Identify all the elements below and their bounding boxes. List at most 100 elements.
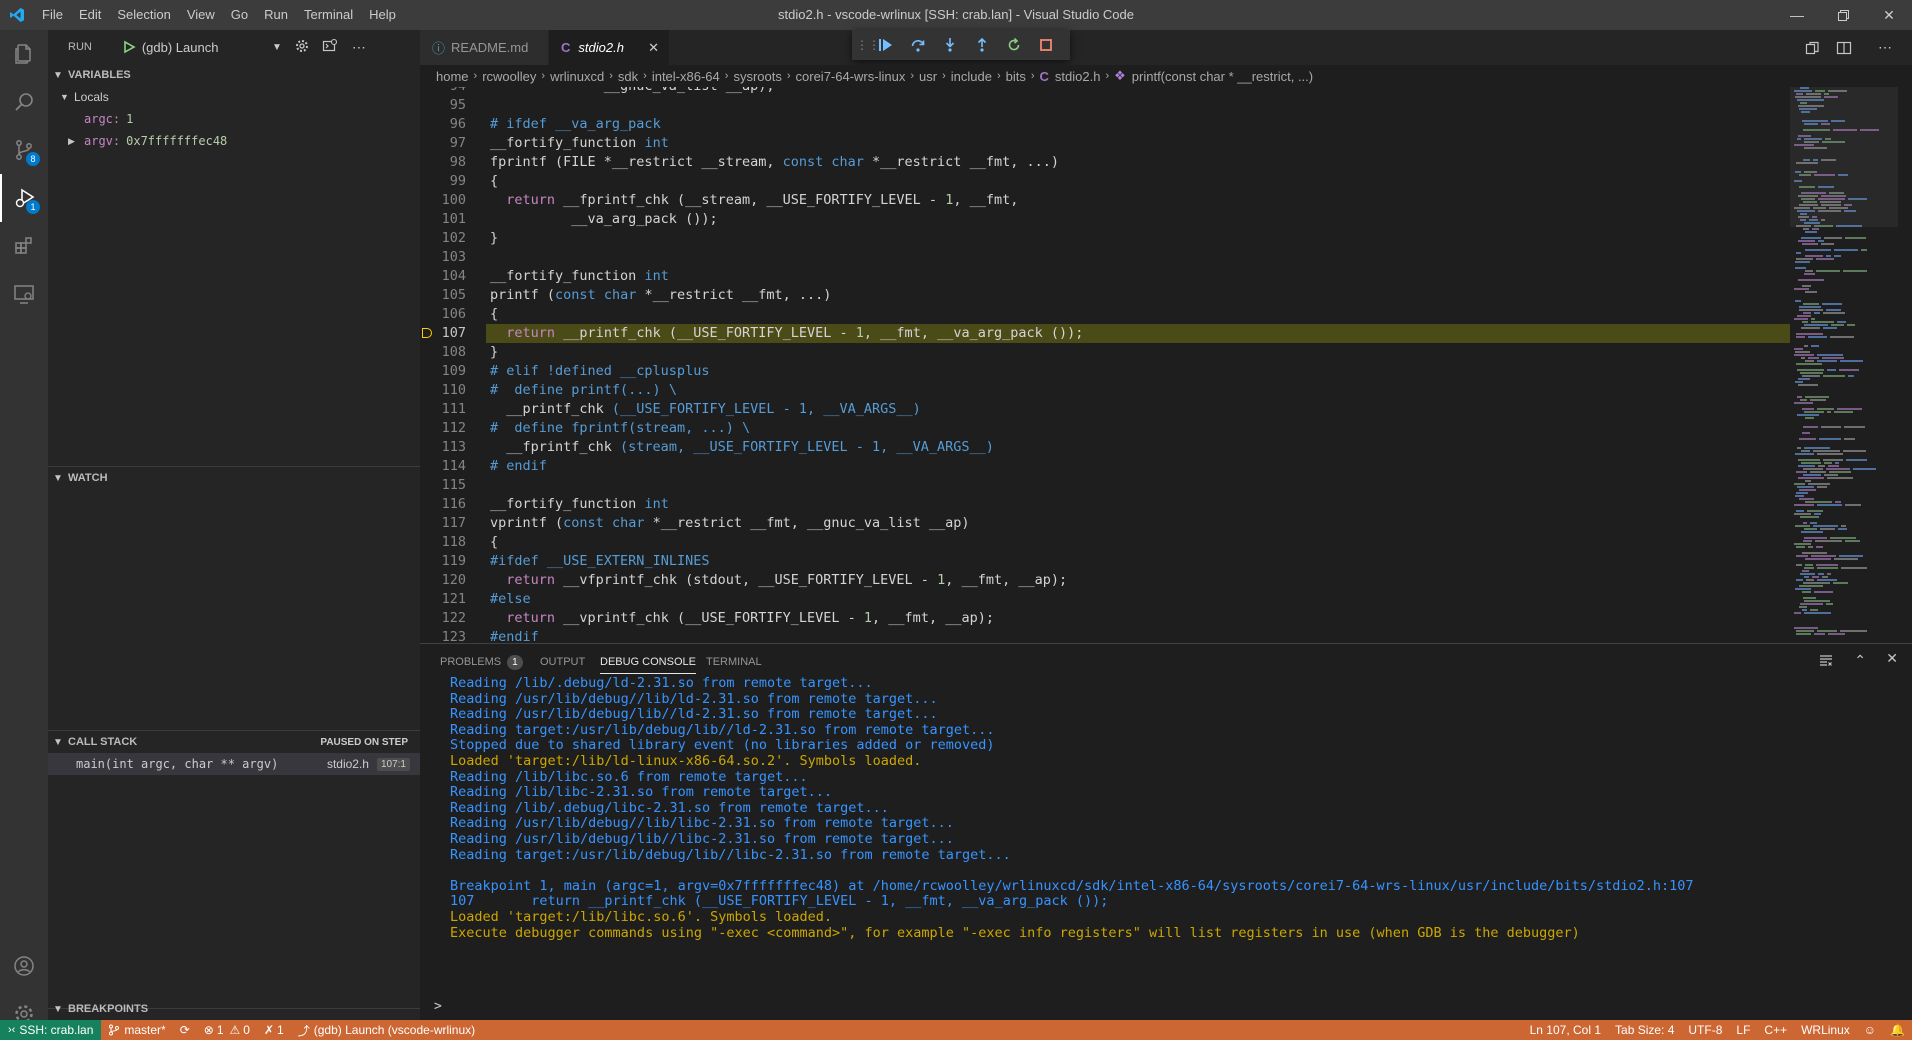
menu-go[interactable]: Go bbox=[223, 0, 256, 30]
code-line[interactable]: 107 return __printf_chk (__USE_FORTIFY_L… bbox=[422, 324, 1790, 343]
variable-argv[interactable]: ▶ argv: 0x7fffffffec48 bbox=[48, 130, 420, 152]
sync-icon[interactable]: ⟳ bbox=[173, 1023, 197, 1037]
split-editor-icon[interactable] bbox=[1836, 40, 1852, 56]
breadcrumb-rcwoolley[interactable]: rcwoolley bbox=[482, 69, 536, 84]
code-line[interactable]: 98 fprintf (FILE *__restrict __stream, co… bbox=[420, 153, 1790, 172]
source-control-icon[interactable]: 8 bbox=[0, 126, 48, 174]
variables-section-header[interactable]: ▼ VARIABLES bbox=[48, 64, 420, 86]
language-mode[interactable]: C++ bbox=[1757, 1023, 1794, 1037]
code-line[interactable]: 118 { bbox=[420, 533, 1790, 552]
minimap-viewport[interactable] bbox=[1790, 87, 1898, 227]
code-line[interactable]: 113 __fprintf_chk (stream, __USE_FORTIFY… bbox=[420, 438, 1790, 457]
code-line[interactable]: 96 # ifdef __va_arg_pack bbox=[420, 115, 1790, 134]
tab-size[interactable]: Tab Size: 4 bbox=[1608, 1023, 1681, 1037]
minimize-icon[interactable]: — bbox=[1774, 0, 1820, 30]
breadcrumb-intel-x86-64[interactable]: intel-x86-64 bbox=[652, 69, 720, 84]
step-into-icon[interactable] bbox=[934, 30, 966, 60]
launch-config-status[interactable]: ⤴ (gdb) Launch (vscode-wrlinux) bbox=[291, 1022, 482, 1039]
code-line[interactable]: 111 __printf_chk (__USE_FORTIFY_LEVEL - … bbox=[420, 400, 1790, 419]
search-icon[interactable] bbox=[0, 78, 48, 126]
code-line[interactable]: 105 printf (const char *__restrict __fmt,… bbox=[420, 286, 1790, 305]
code-line[interactable]: 123 #endif bbox=[420, 628, 1790, 643]
code-line[interactable]: 101 __va_arg_pack ()); bbox=[420, 210, 1790, 229]
code-line[interactable]: 94 __gnuc_va_list __ap); bbox=[420, 87, 1790, 96]
ports-status[interactable]: ✗ 1 bbox=[257, 1023, 291, 1037]
menu-help[interactable]: Help bbox=[361, 0, 404, 30]
menu-edit[interactable]: Edit bbox=[71, 0, 109, 30]
code-line[interactable]: 106 { bbox=[420, 305, 1790, 324]
code-line[interactable]: 102} bbox=[420, 229, 1790, 248]
gear-icon[interactable] bbox=[294, 38, 310, 57]
code-line[interactable]: 120 return __vfprintf_chk (stdout, __USE… bbox=[420, 571, 1790, 590]
breadcrumb-file[interactable]: stdio2.h bbox=[1055, 69, 1101, 84]
close-window-icon[interactable]: ✕ bbox=[1866, 0, 1912, 30]
cpp-configuration[interactable]: WRLinux bbox=[1794, 1023, 1857, 1037]
clear-console-icon[interactable] bbox=[1818, 652, 1834, 670]
drag-handle-icon[interactable]: ⋮⋮ bbox=[856, 38, 880, 52]
code-line[interactable]: 95 bbox=[420, 96, 1790, 115]
code-line[interactable]: 110 # define printf(...) \ bbox=[420, 381, 1790, 400]
encoding[interactable]: UTF-8 bbox=[1681, 1023, 1729, 1037]
step-out-icon[interactable] bbox=[966, 30, 998, 60]
tab-readme[interactable]: ⓘ README.md bbox=[420, 30, 548, 65]
code-line[interactable]: 109 # elif !defined __cplusplus bbox=[420, 362, 1790, 381]
tab-terminal[interactable]: TERMINAL bbox=[706, 650, 762, 674]
code-line[interactable]: 97 __fortify_function int bbox=[420, 134, 1790, 153]
breakpoints-section-header[interactable]: ▼ BREAKPOINTS bbox=[48, 998, 420, 1020]
feedback-icon[interactable]: ☺ bbox=[1857, 1023, 1883, 1037]
launch-config-select[interactable]: (gdb) Launch ▼ bbox=[122, 35, 282, 59]
git-branch[interactable]: master* bbox=[101, 1023, 172, 1037]
problems-status[interactable]: ⊗ 1 ⚠ 0 bbox=[197, 1023, 257, 1037]
code-line[interactable]: 117 vprintf (const char *__restrict __fmt… bbox=[420, 514, 1790, 533]
code-line[interactable]: 103 bbox=[420, 248, 1790, 267]
debug-console-icon[interactable] bbox=[322, 38, 338, 57]
cursor-position[interactable]: Ln 107, Col 1 bbox=[1523, 1023, 1608, 1037]
line-ending[interactable]: LF bbox=[1729, 1023, 1757, 1037]
breadcrumb-wrlinuxcd[interactable]: wrlinuxcd bbox=[550, 69, 604, 84]
menu-run[interactable]: Run bbox=[256, 0, 296, 30]
breadcrumb-corei7[interactable]: corei7-64-wrs-linux bbox=[796, 69, 906, 84]
stack-frame[interactable]: main(int argc, char ** argv) stdio2.h 10… bbox=[48, 753, 420, 775]
minimap[interactable] bbox=[1790, 87, 1898, 643]
breadcrumb-sdk[interactable]: sdk bbox=[618, 69, 638, 84]
code-line[interactable]: 99 { bbox=[420, 172, 1790, 191]
stop-icon[interactable] bbox=[1030, 30, 1062, 60]
code-line[interactable]: 100 return __fprintf_chk (__stream, __US… bbox=[420, 191, 1790, 210]
remote-explorer-icon[interactable] bbox=[0, 270, 48, 318]
editor-action-split[interactable] bbox=[1836, 30, 1852, 65]
breadcrumb-sysroots[interactable]: sysroots bbox=[733, 69, 781, 84]
menu-selection[interactable]: Selection bbox=[109, 0, 178, 30]
open-changes-icon[interactable] bbox=[1804, 40, 1820, 56]
restore-icon[interactable] bbox=[1820, 0, 1866, 30]
code-line[interactable]: 116 __fortify_function int bbox=[420, 495, 1790, 514]
breadcrumb-bits[interactable]: bits bbox=[1006, 69, 1026, 84]
tab-debug-console[interactable]: DEBUG CONSOLE bbox=[600, 650, 696, 674]
callstack-section-header[interactable]: ▼ CALL STACK PAUSED ON STEP bbox=[48, 731, 420, 753]
restart-icon[interactable] bbox=[998, 30, 1030, 60]
code-line[interactable]: 119 #ifdef __USE_EXTERN_INLINES bbox=[420, 552, 1790, 571]
step-over-icon[interactable] bbox=[902, 30, 934, 60]
code-line[interactable]: 108} bbox=[420, 343, 1790, 362]
code-line[interactable]: 104 __fortify_function int bbox=[420, 267, 1790, 286]
breadcrumb-home[interactable]: home bbox=[436, 69, 469, 84]
menu-view[interactable]: View bbox=[179, 0, 223, 30]
more-actions-icon[interactable]: ⋯ bbox=[1878, 30, 1892, 65]
explorer-icon[interactable] bbox=[0, 30, 48, 78]
code-line[interactable]: 121 #else bbox=[420, 590, 1790, 609]
menu-file[interactable]: File bbox=[34, 0, 71, 30]
tab-stdio2[interactable]: C stdio2.h ✕ bbox=[549, 30, 669, 65]
breadcrumb-usr[interactable]: usr bbox=[919, 69, 937, 84]
close-panel-icon[interactable]: ✕ bbox=[1886, 650, 1898, 667]
extensions-icon[interactable] bbox=[0, 222, 48, 270]
tab-problems[interactable]: PROBLEMS 1 bbox=[440, 650, 523, 674]
maximize-panel-icon[interactable]: ⌃ bbox=[1854, 652, 1866, 669]
editor-action-compare[interactable] bbox=[1804, 30, 1820, 65]
code-line[interactable]: 122 return __vprintf_chk (__USE_FORTIFY_… bbox=[420, 609, 1790, 628]
notifications-bell-icon[interactable]: 🔔 bbox=[1883, 1023, 1912, 1037]
tab-output[interactable]: OUTPUT bbox=[540, 650, 585, 674]
close-tab-icon[interactable]: ✕ bbox=[648, 40, 659, 56]
breadcrumb-symbol[interactable]: printf(const char * __restrict, ...) bbox=[1132, 69, 1313, 84]
code-editor[interactable]: 94 __gnuc_va_list __ap);9596# ifdef __va… bbox=[420, 87, 1912, 643]
breadcrumb-include[interactable]: include bbox=[951, 69, 992, 84]
start-debugging-icon[interactable] bbox=[122, 40, 136, 54]
